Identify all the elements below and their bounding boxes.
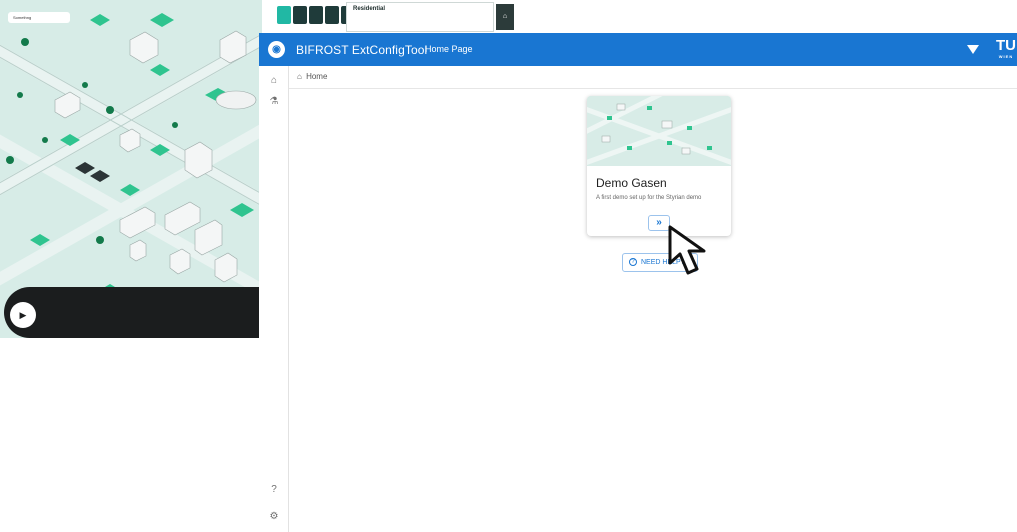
tu-logo-sub: WIEN <box>998 54 1014 59</box>
demo-card[interactable]: Demo Gasen A first demo set up for the S… <box>587 96 731 236</box>
demo-card-title: Demo Gasen <box>596 176 667 190</box>
demo-card-image <box>587 96 731 166</box>
tu-wien-logo: TU WIEN <box>996 37 1016 63</box>
play-icon: ▶ <box>19 310 27 320</box>
screen: Somethng ▶ Residential ⌂ ◉ BIFROST ExtCo… <box>0 0 1017 532</box>
scenario-select-value: Somethng <box>13 15 32 20</box>
home-icon[interactable]: ⌂ <box>266 73 282 89</box>
antenna-category-button[interactable] <box>309 6 323 24</box>
playback-bar[interactable] <box>4 287 262 338</box>
category-panel: Residential <box>346 2 494 32</box>
breadcrumb-home-label[interactable]: Home <box>306 72 327 81</box>
mouse-cursor-icon <box>668 225 706 275</box>
breadcrumb: ⌂ Home <box>289 66 1017 89</box>
help-icon[interactable]: ? <box>266 482 282 498</box>
nav-home-page[interactable]: Home Page <box>425 44 473 54</box>
play-button[interactable]: ▶ <box>10 302 36 328</box>
flask-icon[interactable]: ⚗ <box>266 94 282 110</box>
scenario-select[interactable]: Somethng <box>8 12 70 23</box>
bolt-category-button[interactable] <box>293 6 307 24</box>
tower-category-button[interactable] <box>325 6 339 24</box>
bifrost-logo-icon: ◉ <box>268 41 285 58</box>
ext-config-tool-window: ◉ BIFROST ExtConfigTool Home Page TU WIE… <box>259 33 1017 532</box>
tu-logo-main: TU <box>996 37 1016 54</box>
app-bar: ◉ BIFROST ExtConfigTool Home Page TU WIE… <box>259 33 1017 66</box>
building-icon[interactable]: ⌂ <box>496 4 514 30</box>
open-demo-button[interactable]: » <box>648 215 670 231</box>
app-title: BIFROST ExtConfigTool <box>296 43 428 57</box>
sidebar: ⌂ ⚗ ? ⚙ <box>259 66 289 532</box>
settings-icon[interactable]: ⚙ <box>266 509 282 525</box>
game-toolbar <box>277 6 355 28</box>
city-simulation-view[interactable]: Somethng ▶ <box>0 0 262 338</box>
help-circle-icon: ? <box>629 258 637 267</box>
breadcrumb-home-icon: ⌂ <box>297 72 302 81</box>
double-chevron-right-icon: » <box>656 217 662 228</box>
demo-card-description: A first demo set up for the Styrian demo <box>596 195 702 201</box>
category-panel-title: Residential <box>353 6 386 12</box>
home-category-button[interactable] <box>277 6 291 24</box>
wifi-icon[interactable] <box>967 44 979 55</box>
demo-card-thumbnail <box>587 96 731 166</box>
